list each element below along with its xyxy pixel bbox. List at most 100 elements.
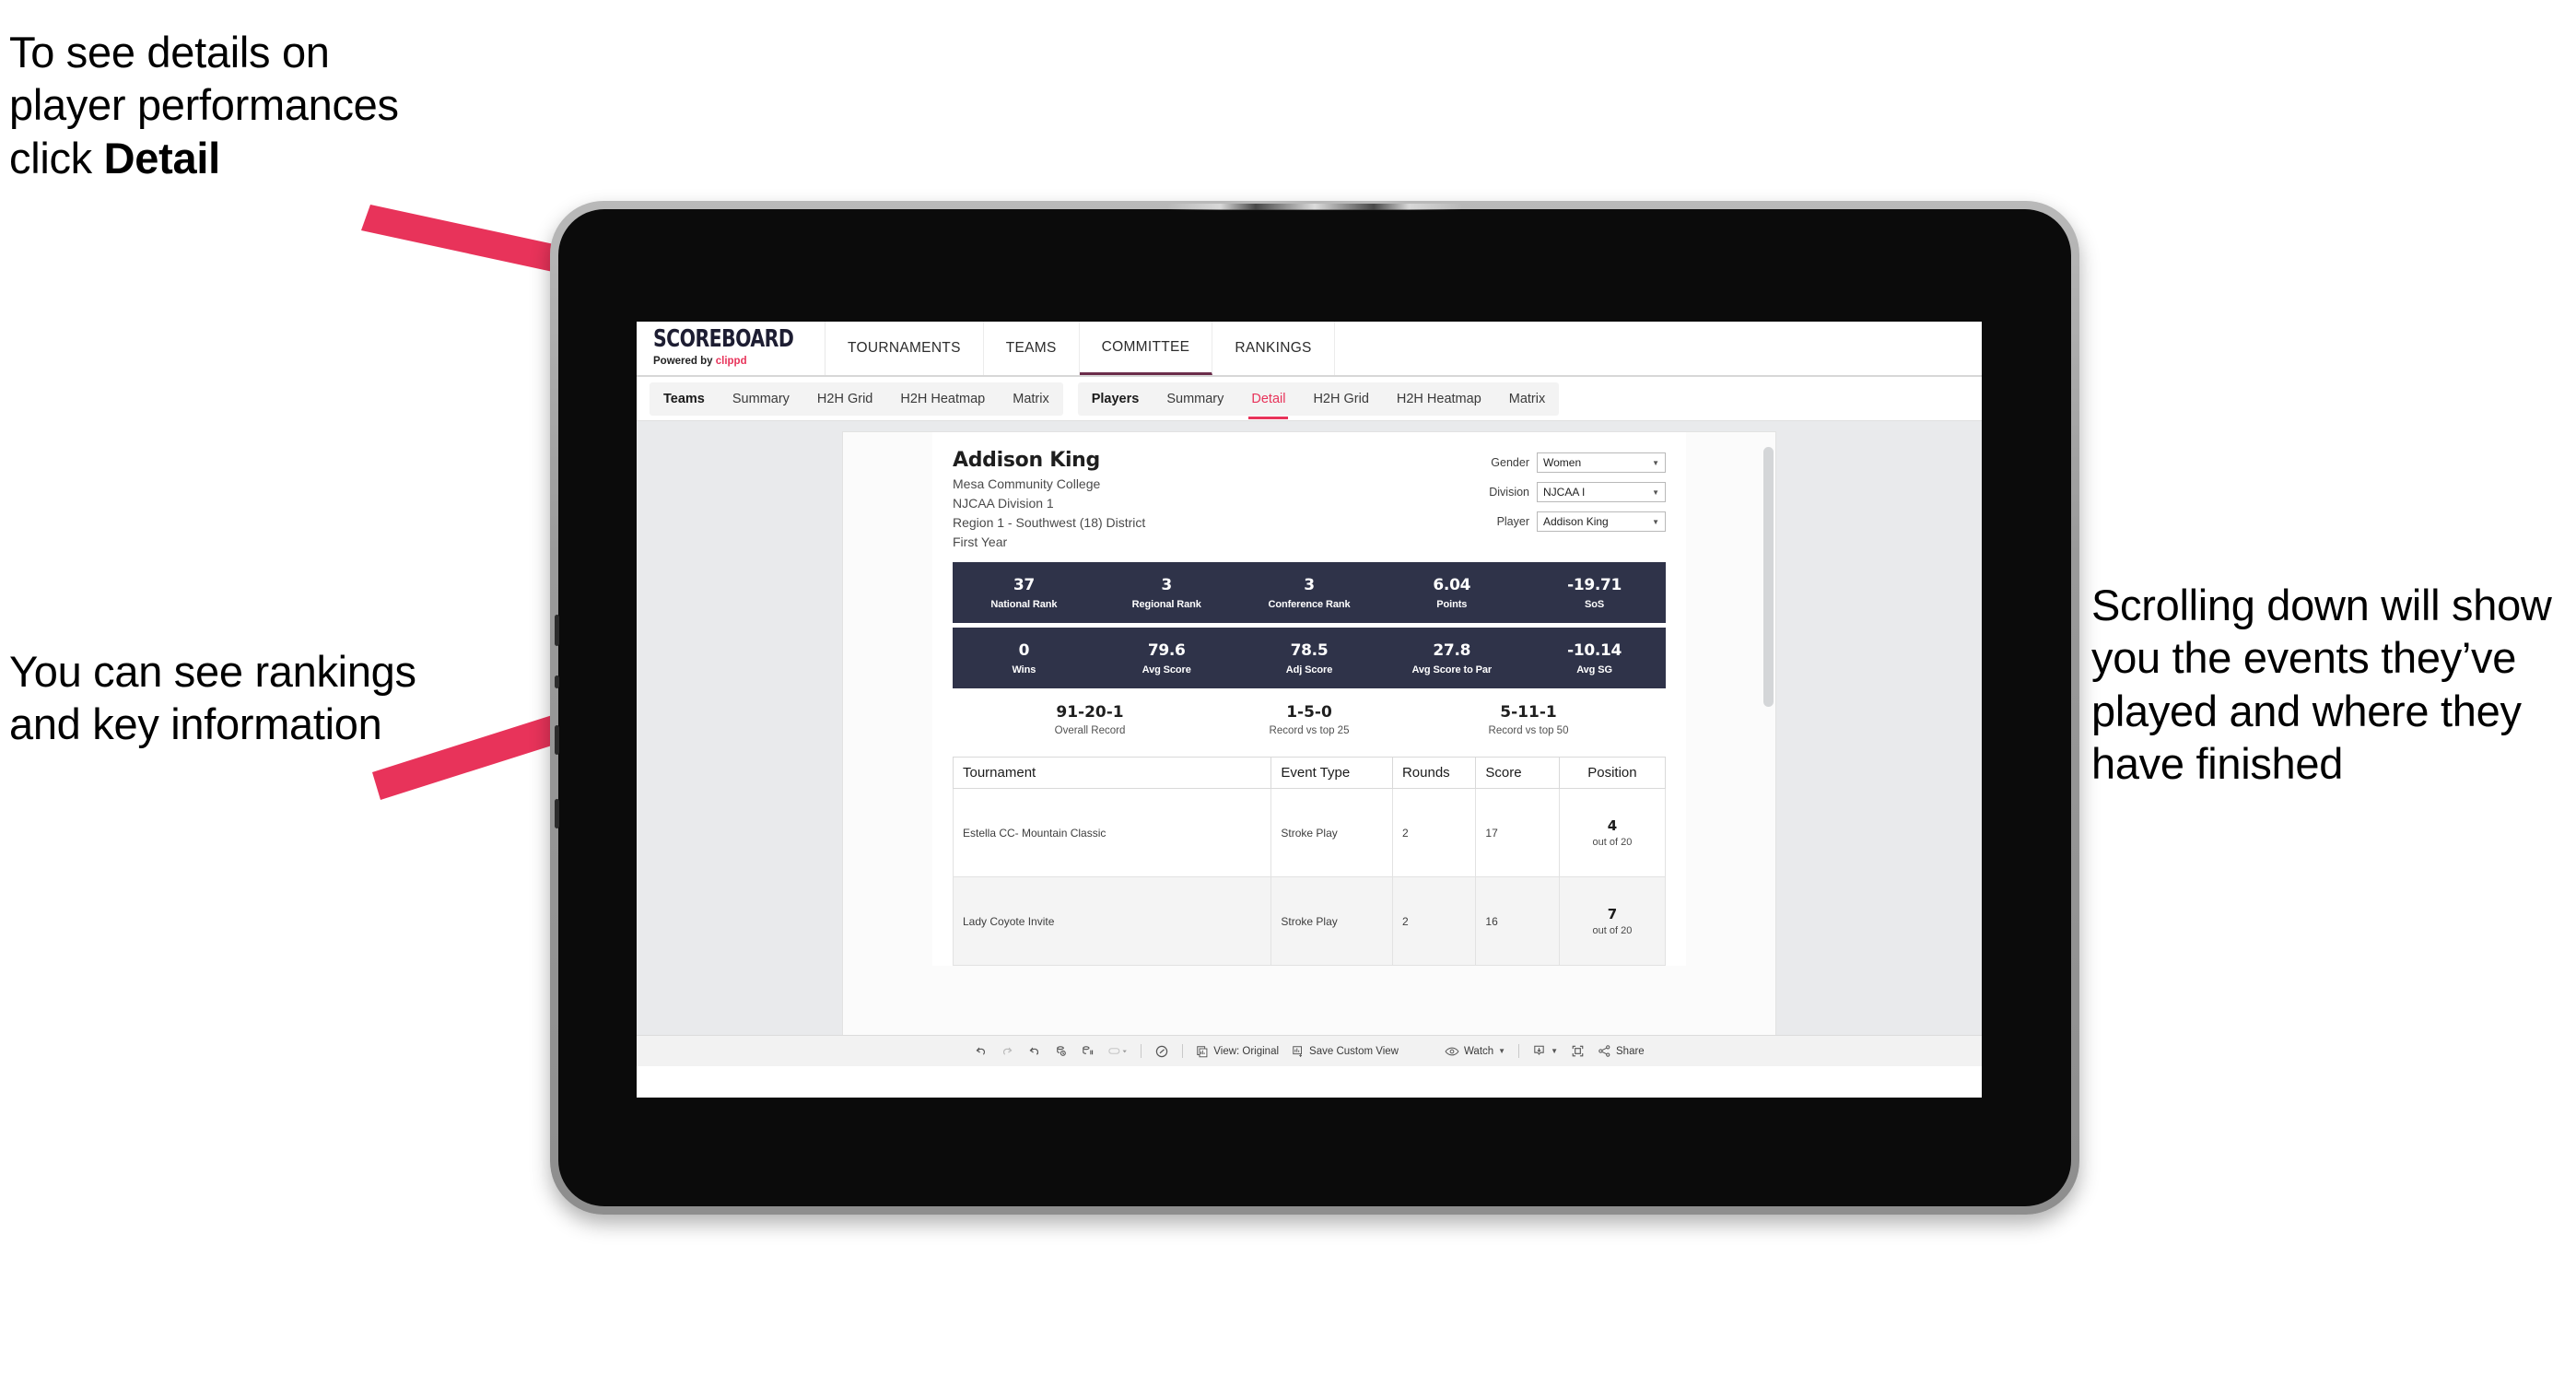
events-table-header-row: Tournament Event Type Rounds Score Posit… bbox=[952, 757, 1667, 789]
stat-adj-score: 78.5 Adj Score bbox=[1238, 641, 1381, 675]
top-nav-item-committee[interactable]: COMMITTEE bbox=[1079, 322, 1213, 375]
top-nav-item-rankings[interactable]: RANKINGS bbox=[1212, 322, 1335, 375]
record-top50-value: 5-11-1 bbox=[1500, 703, 1557, 722]
tab-players-h2h-heatmap[interactable]: H2H Heatmap bbox=[1383, 382, 1495, 416]
chevron-down-icon: ▼ bbox=[1498, 1047, 1506, 1055]
tablet-side-button-volume-down bbox=[555, 799, 559, 828]
events-table: Tournament Event Type Rounds Score Posit… bbox=[952, 757, 1667, 966]
record-overall-value: 91-20-1 bbox=[1056, 703, 1124, 722]
cell-position-sub: out of 20 bbox=[1592, 837, 1633, 848]
tablet-top-speaker bbox=[1167, 204, 1462, 210]
chevron-down-icon: ▼ bbox=[1551, 1047, 1559, 1055]
table-row[interactable]: Lady Coyote Invite Stroke Play 2 16 7 ou… bbox=[952, 876, 1667, 966]
stat-points: 6.04 Points bbox=[1380, 576, 1523, 610]
stat-conference-rank-value: 3 bbox=[1304, 575, 1315, 594]
record-top25-label: Record vs top 25 bbox=[1269, 725, 1350, 736]
download-button[interactable]: ▼ bbox=[1532, 1044, 1558, 1058]
stat-conference-rank: 3 Conference Rank bbox=[1238, 576, 1381, 610]
col-event-type[interactable]: Event Type bbox=[1270, 757, 1393, 789]
stat-avg-score-to-par: 27.8 Avg Score to Par bbox=[1380, 641, 1523, 675]
player-division: NJCAA Division 1 bbox=[953, 496, 1054, 511]
stat-national-rank-value: 37 bbox=[1013, 575, 1035, 594]
stat-avg-score-value: 79.6 bbox=[1147, 640, 1186, 660]
stat-regional-rank-label: Regional Rank bbox=[1131, 598, 1201, 610]
col-tournament[interactable]: Tournament bbox=[952, 757, 1272, 789]
tablet-body: SCOREBOARD Powered by clippd TOURNAMENTS… bbox=[555, 204, 2071, 1206]
redo-icon[interactable] bbox=[1001, 1044, 1014, 1058]
cell-rounds: 2 bbox=[1391, 788, 1477, 877]
tablet-side-button-small bbox=[555, 675, 559, 688]
cell-score: 17 bbox=[1475, 788, 1560, 877]
col-position[interactable]: Position bbox=[1558, 757, 1667, 789]
save-custom-view-label: Save Custom View bbox=[1309, 1045, 1399, 1057]
record-top25-value: 1-5-0 bbox=[1286, 703, 1332, 722]
brand-logo[interactable]: SCOREBOARD Powered by clippd bbox=[637, 322, 825, 375]
filter-row-gender: Gender Women ▼ bbox=[1489, 452, 1666, 473]
stat-avg-score-to-par-value: 27.8 bbox=[1433, 640, 1471, 660]
col-rounds[interactable]: Rounds bbox=[1391, 757, 1477, 789]
pause-data-icon[interactable] bbox=[1081, 1044, 1095, 1058]
stat-conference-rank-label: Conference Rank bbox=[1268, 598, 1351, 610]
sub-tab-bar: Teams Summary H2H Grid H2H Heatmap Matri… bbox=[637, 377, 1982, 421]
tab-teams-summary[interactable]: Summary bbox=[719, 382, 803, 416]
stat-avg-score-to-par-label: Avg Score to Par bbox=[1411, 664, 1493, 675]
tab-players-matrix[interactable]: Matrix bbox=[1495, 382, 1559, 416]
tab-players-detail[interactable]: Detail bbox=[1237, 382, 1299, 419]
stat-regional-rank: 3 Regional Rank bbox=[1095, 576, 1238, 610]
stat-adj-score-label: Adj Score bbox=[1285, 664, 1333, 675]
revert-icon[interactable] bbox=[1027, 1044, 1041, 1058]
top-nav: TOURNAMENTS TEAMS COMMITTEE RANKINGS bbox=[825, 322, 1335, 375]
callout-detail-line1: To see details on bbox=[9, 28, 330, 76]
col-score[interactable]: Score bbox=[1475, 757, 1560, 789]
player-name: Addison King bbox=[953, 449, 1100, 472]
cell-event-type: Stroke Play bbox=[1270, 788, 1393, 877]
tablet-device-frame: SCOREBOARD Powered by clippd TOURNAMENTS… bbox=[550, 201, 2079, 1215]
app-top-bar: SCOREBOARD Powered by clippd TOURNAMENTS… bbox=[637, 322, 1982, 377]
view-original-button[interactable]: View: Original bbox=[1196, 1045, 1279, 1058]
tab-teams-h2h-heatmap[interactable]: H2H Heatmap bbox=[886, 382, 999, 416]
record-top25: 1-5-0 Record vs top 25 bbox=[1200, 703, 1419, 736]
stat-national-rank: 37 National Rank bbox=[953, 576, 1095, 610]
cell-position-value: 4 bbox=[1607, 817, 1618, 834]
refresh-data-icon[interactable] bbox=[1054, 1044, 1068, 1058]
tab-group-players: Players Summary Detail H2H Grid H2H Heat… bbox=[1077, 382, 1560, 419]
fullscreen-icon[interactable] bbox=[1571, 1044, 1585, 1058]
chevron-down-icon: ▼ bbox=[1652, 487, 1659, 497]
cell-tournament: Lady Coyote Invite bbox=[952, 876, 1272, 966]
watch-button[interactable]: Watch ▼ bbox=[1445, 1045, 1505, 1058]
chevron-down-icon: ▼ bbox=[1652, 517, 1659, 526]
callout-detail-line2: player performances bbox=[9, 80, 399, 130]
dashboard-canvas: Addison King Mesa Community College NJCA… bbox=[932, 432, 1686, 966]
toolbar-separator bbox=[1518, 1044, 1520, 1058]
tab-players-summary[interactable]: Summary bbox=[1153, 382, 1237, 416]
table-row[interactable]: Estella CC- Mountain Classic Stroke Play… bbox=[952, 788, 1667, 877]
dashboard-bottom-toolbar: View: Original Save Custom View Watch ▼ bbox=[637, 1035, 1982, 1066]
undo-icon[interactable] bbox=[974, 1044, 988, 1058]
share-button[interactable]: Share bbox=[1598, 1044, 1645, 1058]
stat-avg-sg: -10.14 Avg SG bbox=[1523, 641, 1666, 675]
pause-auto-update-icon[interactable] bbox=[1107, 1044, 1128, 1058]
stat-points-value: 6.04 bbox=[1433, 575, 1471, 594]
cell-score: 16 bbox=[1475, 876, 1560, 966]
vertical-scrollbar[interactable] bbox=[1763, 447, 1774, 707]
tab-teams-h2h-grid[interactable]: H2H Grid bbox=[803, 382, 886, 416]
tab-teams-matrix[interactable]: Matrix bbox=[999, 382, 1062, 416]
events-table-body: Estella CC- Mountain Classic Stroke Play… bbox=[952, 788, 1667, 966]
stat-wins: 0 Wins bbox=[953, 641, 1095, 675]
tab-players-h2h-grid[interactable]: H2H Grid bbox=[1299, 382, 1382, 416]
stat-sos: -19.71 SoS bbox=[1523, 576, 1666, 610]
filter-select-gender[interactable]: Women ▼ bbox=[1537, 452, 1666, 473]
top-nav-item-tournaments[interactable]: TOURNAMENTS bbox=[825, 322, 984, 375]
toolbar-separator bbox=[1141, 1044, 1142, 1058]
stat-wins-label: Wins bbox=[1012, 664, 1036, 675]
events-table-head: Tournament Event Type Rounds Score Posit… bbox=[952, 757, 1667, 789]
filter-select-division[interactable]: NJCAA I ▼ bbox=[1537, 482, 1666, 502]
filter-select-player[interactable]: Addison King ▼ bbox=[1537, 511, 1666, 532]
save-custom-view-button[interactable]: Save Custom View bbox=[1292, 1045, 1399, 1058]
callout-detail-line3: click Detail bbox=[9, 132, 617, 184]
view-original-label: View: Original bbox=[1213, 1045, 1280, 1057]
presentation-mode-icon[interactable] bbox=[1154, 1044, 1169, 1059]
callout-detail-line3-prefix: click bbox=[9, 133, 104, 182]
player-region: Region 1 - Southwest (18) District bbox=[953, 515, 1146, 530]
top-nav-item-teams[interactable]: TEAMS bbox=[984, 322, 1080, 375]
